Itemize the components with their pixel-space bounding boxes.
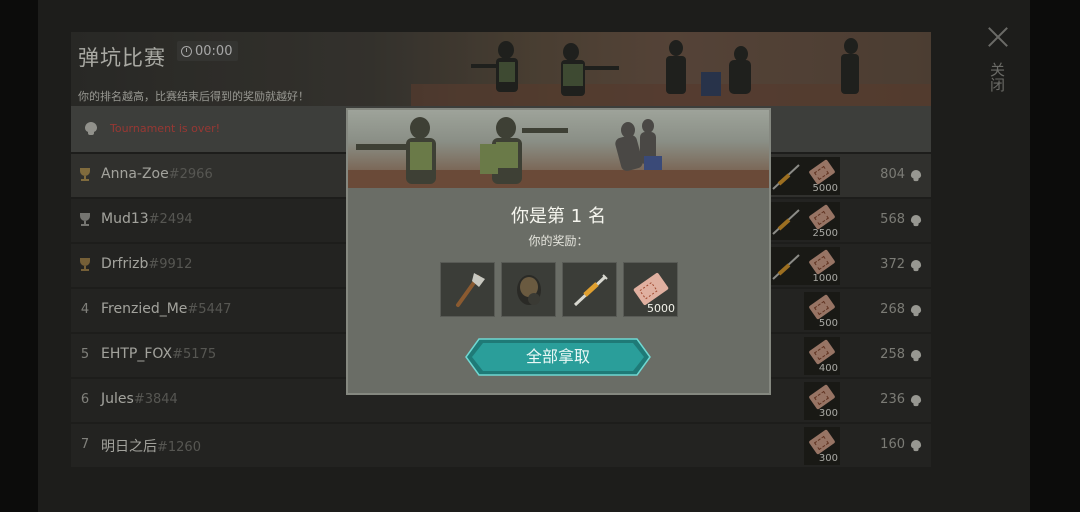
reward-item-ticket[interactable]: 5000 bbox=[623, 262, 678, 317]
claim-all-button[interactable]: 全部拿取 bbox=[465, 338, 651, 376]
soldiers-illustration bbox=[348, 117, 769, 188]
claim-all-label[interactable]: 全部拿取 bbox=[465, 338, 651, 376]
reward-dialog: 你是第 1 名 你的奖励： 5000 全部拿取 bbox=[346, 108, 771, 395]
ticket-count: 5000 bbox=[647, 302, 675, 315]
syringe-icon bbox=[573, 274, 608, 307]
reward-item-axe[interactable] bbox=[440, 262, 495, 317]
axe-icon bbox=[456, 273, 485, 307]
reward-dialog-art bbox=[348, 110, 769, 188]
rank-title: 你是第 1 名 bbox=[511, 206, 606, 227]
gas-mask-icon bbox=[517, 275, 541, 305]
reward-item-syringe[interactable] bbox=[562, 262, 617, 317]
reward-item-mask[interactable] bbox=[501, 262, 556, 317]
reward-items: 5000 bbox=[440, 262, 680, 318]
reward-subtitle: 你的奖励： bbox=[528, 234, 589, 248]
